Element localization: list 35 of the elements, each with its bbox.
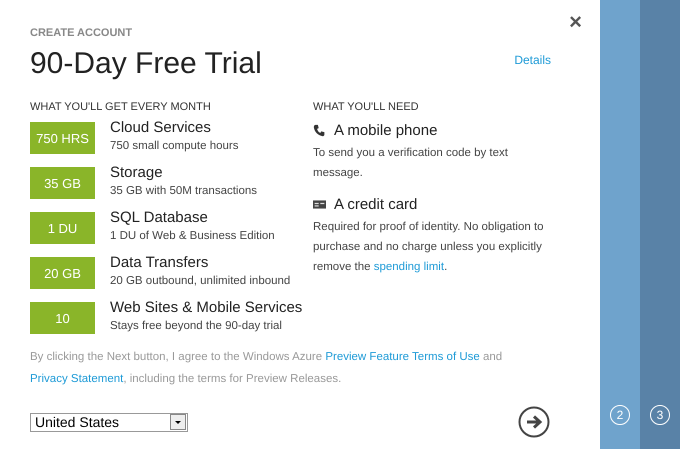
service-name: Storage (110, 164, 164, 182)
step-number[interactable]: 2 (610, 405, 630, 425)
section-label: CREATE ACCOUNT (30, 27, 134, 39)
service-description: Stays free beyond the 90-day trial (110, 320, 283, 332)
credit-card-icon (313, 198, 326, 210)
close-button[interactable]: × (569, 11, 582, 33)
details-link[interactable]: Details (514, 53, 551, 67)
text-link[interactable]: Privacy Statement (30, 373, 124, 385)
service-description: 1 DU of Web & Business Edition (110, 230, 275, 242)
amount-badge: 20 GB (30, 257, 95, 289)
requirement-title: A mobile phone (334, 122, 438, 138)
requirement-title: A credit card (334, 196, 418, 212)
amount-badge: 1 DU (30, 212, 95, 244)
service-description: 20 GB outbound, unlimited inbound (110, 275, 290, 287)
page-title: 90-Day Free Trial (30, 47, 262, 81)
requirement-description: Required for proof of identity. No obligation to purchase and no charge unless you explicitly remove the spending limit. (313, 220, 545, 275)
amount-badge: 35 GB (30, 167, 95, 199)
service-name: Web Sites & Mobile Services (110, 299, 302, 317)
text-link[interactable]: Preview Feature Terms of Use (325, 351, 480, 363)
service-name: Data Transfers (110, 254, 210, 272)
terms-text: By clicking the Next button, I agree to the Windows Azure Preview Feature Terms of Use and Privacy Statement, including the terms for Preview Releases. (30, 350, 504, 387)
amount-badge: 10 (30, 302, 95, 334)
service-description: 750 small compute hours (110, 140, 238, 152)
requirement-description: To send you a verification code by text message. (313, 146, 509, 181)
section-heading: WHAT YOU'LL NEED (313, 101, 420, 113)
amount-badge: 750 HRS (30, 122, 95, 154)
phone-icon (313, 124, 326, 136)
country-select[interactable]: United States (30, 412, 188, 432)
section-heading: WHAT YOU'LL GET EVERY MONTH (30, 101, 212, 113)
service-name: Cloud Services (110, 119, 212, 137)
service-name: SQL Database (110, 209, 209, 227)
next-arrow-button[interactable] (518, 406, 550, 438)
text-link[interactable]: spending limit (374, 261, 444, 273)
step-number[interactable]: 3 (650, 405, 670, 425)
service-description: 35 GB with 50M transactions (110, 185, 258, 197)
